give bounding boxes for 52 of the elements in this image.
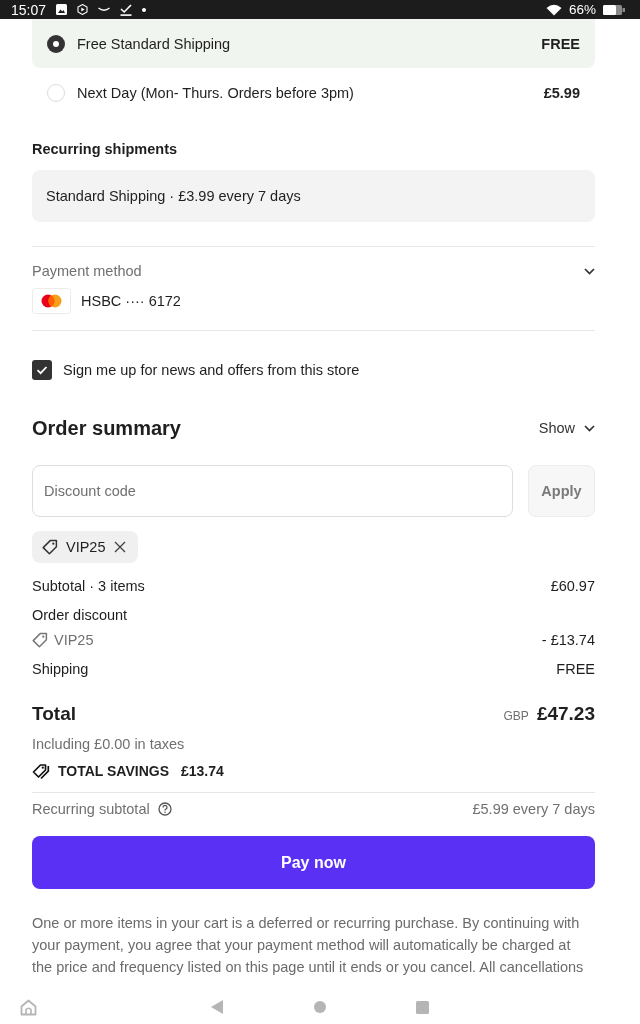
tick-icon [120, 3, 133, 16]
battery-icon [603, 4, 625, 15]
shipping-option-label: Next Day (Mon- Thurs. Orders before 3pm) [77, 85, 355, 101]
curve-icon [98, 7, 111, 12]
payment-method-label: Payment method [32, 262, 142, 281]
summary-label: Shipping [32, 660, 89, 679]
order-summary-title: Order summary [32, 416, 181, 441]
recurring-subtotal-label: Recurring subtotal [32, 800, 150, 819]
wifi-icon [545, 3, 562, 16]
radio-button[interactable] [47, 34, 65, 53]
close-icon[interactable] [113, 541, 126, 553]
tag-icon [42, 539, 58, 555]
shipping-price: FREE [541, 35, 580, 52]
savings-label: TOTAL SAVINGS [58, 762, 169, 781]
shipping-price: £5.99 [543, 85, 580, 101]
chevron-icon[interactable] [584, 267, 595, 275]
pay-now-button[interactable]: Pay now [32, 836, 595, 889]
card-logo-icon [32, 288, 71, 314]
taxes-note: Including £0.00 in taxes [32, 735, 186, 754]
discount-code-label: VIP25 [54, 631, 94, 650]
summary-value: FREE [556, 660, 595, 679]
show-toggle[interactable]: Show [538, 420, 595, 436]
section-title: Recurring shipments [32, 140, 179, 159]
tag-icon [32, 632, 48, 648]
recurring-shipment-text: Standard Shipping · £3.99 every 7 days [46, 188, 301, 204]
savings-amount: £13.74 [181, 762, 224, 781]
newsletter-label: Sign me up for news and offers from this store [63, 362, 360, 378]
tags-icon [32, 762, 50, 780]
summary-label: Subtotal · 3 items [32, 577, 145, 596]
image-icon [56, 4, 68, 15]
shipping-option[interactable]: Free Standard Shipping FREE [32, 19, 595, 68]
disclaimer-text: One or more items in your cart is a deferred or recurring purchase. By continuing with your payment, you agree that your payment method will automatically be charged at the price and frequency listed on this page until it ends or you cancel. All cancellations [32, 914, 585, 977]
discount-code-field[interactable]: Discount code [32, 465, 513, 517]
play-hexagon-icon [77, 4, 89, 15]
recurring-subtotal-value: £5.99 every 7 days [472, 800, 595, 819]
summary-value: £60.97 [550, 577, 595, 596]
chevron-icon [584, 424, 595, 432]
summary-value: - £13.74 [541, 631, 595, 650]
radio-button[interactable] [47, 84, 65, 102]
battery-level: 66% [568, 2, 596, 17]
total-amount: £47.23 [536, 702, 595, 726]
card-name: HSBC ···· 6172 [81, 293, 181, 309]
shipping-option[interactable]: Next Day (Mon- Thurs. Orders before 3pm) £5.99 [32, 68, 595, 118]
currency-code: GBP [503, 708, 529, 725]
dot-icon [142, 7, 147, 12]
total-label: Total [32, 702, 76, 726]
summary-label: Order discount [32, 606, 128, 625]
help-icon[interactable] [157, 802, 172, 816]
shipping-option-label: Free Standard Shipping [77, 35, 232, 52]
checkbox[interactable] [32, 360, 52, 380]
clock: 15:07 [11, 1, 47, 18]
discount-code-label: VIP25 [66, 539, 106, 555]
